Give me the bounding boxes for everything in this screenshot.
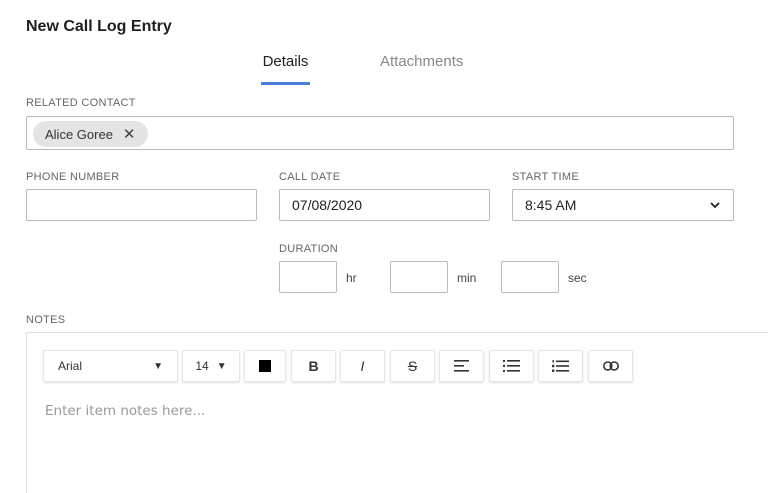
phone-number-input[interactable] <box>26 189 257 221</box>
phone-number-label: PHONE NUMBER <box>26 171 120 183</box>
duration-seconds-input[interactable] <box>501 261 559 293</box>
tab-details[interactable]: Details <box>261 52 310 85</box>
font-size-value: 14 <box>195 359 209 373</box>
caret-down-icon: ▼ <box>153 360 163 372</box>
tab-attachments[interactable]: Attachments <box>380 52 463 85</box>
start-time-label: START TIME <box>512 171 579 183</box>
call-date-input[interactable]: 07/08/2020 <box>279 189 490 221</box>
duration-hours-input[interactable] <box>279 261 337 293</box>
duration-minutes-input[interactable] <box>390 261 448 293</box>
caret-down-icon: ▼ <box>216 360 227 372</box>
color-swatch-icon <box>259 360 271 372</box>
related-contact-field[interactable]: Alice Goree ✕ <box>26 116 734 150</box>
notes-editor: Arial ▼ 14 ▼ B I S Enter item notes here… <box>26 332 768 493</box>
tab-bar: Details Attachments <box>0 52 768 88</box>
start-time-value: 8:45 AM <box>525 197 577 213</box>
duration-minutes-unit: min <box>457 271 477 285</box>
bulleted-list-icon <box>503 360 520 372</box>
contact-chip: Alice Goree ✕ <box>33 121 148 147</box>
chevron-down-icon <box>710 202 720 209</box>
numbered-list-button[interactable] <box>538 350 583 382</box>
duration-label: DURATION <box>279 243 339 255</box>
dialog-title: New Call Log Entry <box>26 18 172 35</box>
align-button[interactable] <box>439 350 484 382</box>
duration-hours-unit: hr <box>346 271 357 285</box>
italic-icon: I <box>360 358 365 374</box>
align-left-icon <box>453 360 469 372</box>
duration-seconds-unit: sec <box>568 271 587 285</box>
contact-chip-label: Alice Goree <box>45 126 113 142</box>
notes-textarea[interactable]: Enter item notes here... <box>45 403 205 419</box>
notes-label: NOTES <box>26 314 66 326</box>
text-color-button[interactable] <box>244 350 286 382</box>
related-contact-label: RELATED CONTACT <box>26 97 136 109</box>
bulleted-list-button[interactable] <box>489 350 534 382</box>
call-date-label: CALL DATE <box>279 171 341 183</box>
strikethrough-button[interactable]: S <box>390 350 435 382</box>
close-icon[interactable]: ✕ <box>123 127 136 142</box>
strikethrough-icon: S <box>407 358 418 374</box>
numbered-list-icon <box>552 360 569 372</box>
start-time-select[interactable]: 8:45 AM <box>512 189 734 221</box>
font-family-value: Arial <box>58 359 83 373</box>
italic-button[interactable]: I <box>340 350 385 382</box>
link-icon <box>602 361 619 371</box>
call-date-value: 07/08/2020 <box>292 197 363 213</box>
font-size-dropdown[interactable]: 14 ▼ <box>182 350 240 382</box>
bold-button[interactable]: B <box>291 350 336 382</box>
font-family-dropdown[interactable]: Arial ▼ <box>43 350 178 382</box>
insert-link-button[interactable] <box>588 350 633 382</box>
bold-icon: B <box>308 358 319 374</box>
